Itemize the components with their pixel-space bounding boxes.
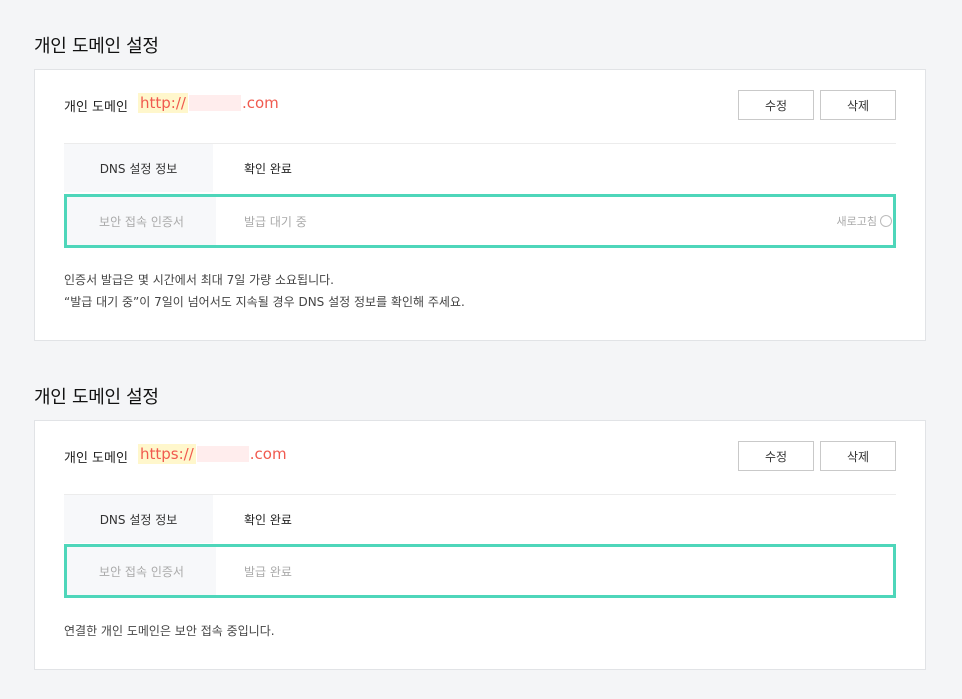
cert-row: 보안 접속 인증서 발급 대기 중 새로고침 <box>64 194 896 248</box>
section-title: 개인 도메인 설정 <box>34 36 159 57</box>
dns-label: DNS 설정 정보 <box>64 144 213 192</box>
domain-suffix: .com <box>241 94 279 112</box>
domain-value: http:// .com <box>138 93 279 113</box>
cert-label: 보안 접속 인증서 <box>67 547 216 595</box>
refresh-button[interactable]: 새로고침 <box>837 197 892 245</box>
edit-button[interactable]: 수정 <box>738 90 814 120</box>
domain-value: https:// .com <box>138 444 287 464</box>
card-header: 개인 도메인 http:// .com 수정 삭제 <box>64 70 896 144</box>
notice-line: 인증서 발급은 몇 시간에서 최대 7일 가량 소요됩니다. <box>64 273 334 287</box>
cert-status: 발급 대기 중 <box>244 214 307 229</box>
delete-button[interactable]: 삭제 <box>820 90 896 120</box>
domain-prefix: http:// <box>138 93 188 113</box>
domain-prefix: https:// <box>138 444 196 464</box>
notice-line: 연결한 개인 도메인은 보안 접속 중입니다. <box>64 624 275 638</box>
domain-card: 개인 도메인 http:// .com 수정 삭제 DNS 설정 정보 확인 완… <box>34 69 926 341</box>
domain-redacted <box>196 446 249 462</box>
domain-suffix: .com <box>249 445 287 463</box>
dns-label: DNS 설정 정보 <box>64 495 213 543</box>
card-header: 개인 도메인 https:// .com 수정 삭제 <box>64 421 896 495</box>
dns-status: 확인 완료 <box>244 512 292 527</box>
domain-label: 개인 도메인 <box>64 451 128 466</box>
cert-label: 보안 접속 인증서 <box>67 197 216 245</box>
notice-line: “발급 대기 중”이 7일이 넘어서도 지속될 경우 DNS 설정 정보를 확인… <box>64 295 465 309</box>
cert-row: 보안 접속 인증서 발급 완료 <box>64 544 896 598</box>
edit-button[interactable]: 수정 <box>738 441 814 471</box>
domain-label: 개인 도메인 <box>64 100 128 115</box>
refresh-icon <box>880 215 892 227</box>
notice-text: 인증서 발급은 몇 시간에서 최대 7일 가량 소요됩니다. “발급 대기 중”… <box>64 269 465 313</box>
notice-text: 연결한 개인 도메인은 보안 접속 중입니다. <box>64 620 275 642</box>
delete-button[interactable]: 삭제 <box>820 441 896 471</box>
domain-redacted <box>188 95 241 111</box>
section-title: 개인 도메인 설정 <box>34 387 159 408</box>
dns-row: DNS 설정 정보 확인 완료 <box>64 495 896 543</box>
cert-status: 발급 완료 <box>244 564 292 579</box>
domain-card: 개인 도메인 https:// .com 수정 삭제 DNS 설정 정보 확인 … <box>34 420 926 670</box>
dns-status: 확인 완료 <box>244 161 292 176</box>
refresh-label: 새로고침 <box>836 215 877 228</box>
dns-row: DNS 설정 정보 확인 완료 <box>64 144 896 192</box>
